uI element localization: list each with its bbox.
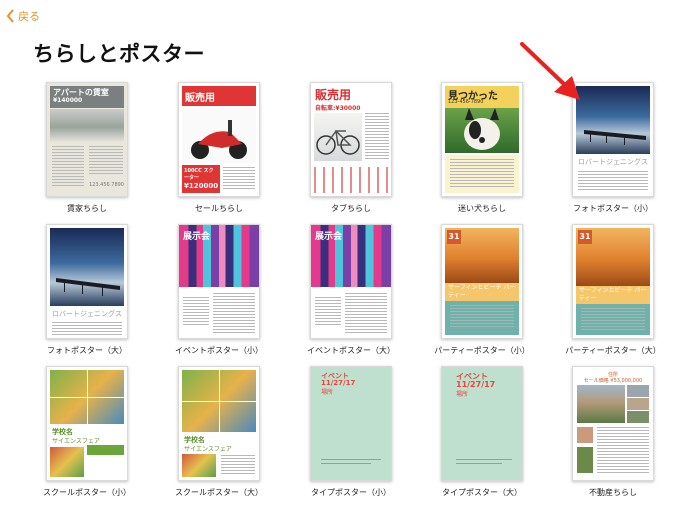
template-type-poster-large[interactable]: イベント 11/27/17 場所 bbox=[441, 366, 523, 481]
template-rental-flyer[interactable]: アパートの賃室 ¥140000 123.456.7890 bbox=[46, 82, 128, 197]
kids-photo bbox=[182, 454, 216, 477]
template-label: 不動産ちらし bbox=[589, 488, 637, 497]
thumb-phone: 123-456-7890 bbox=[448, 99, 484, 105]
thumb-heading: 展示会 bbox=[183, 232, 211, 242]
thumb-subheading: 自転車:¥30000 bbox=[315, 105, 361, 112]
thumb-date: 31 bbox=[578, 230, 592, 244]
thumb-price: ¥120000 bbox=[184, 182, 219, 190]
template-label: タイプポスター（大） bbox=[442, 488, 522, 497]
template-label: スクールポスター（小） bbox=[43, 488, 131, 497]
template-type-poster-small[interactable]: イベント 11/27/17 場所 bbox=[310, 366, 392, 481]
template-label: 迷い犬ちらし bbox=[458, 204, 506, 213]
template-school-poster-small[interactable]: 学校名 サイエンスフェア bbox=[46, 366, 128, 481]
template-tab-flyer[interactable]: 販売用 自転車:¥30000 bbox=[310, 82, 392, 197]
thumb-tagline: 100CC スクーター bbox=[184, 168, 214, 181]
thumb-phone: 123.456.7890 bbox=[89, 182, 124, 188]
template-label: イベントポスター（大） bbox=[307, 346, 395, 355]
thumb-subheading: サイエンスフェア bbox=[184, 446, 232, 453]
thumb-place: 場所 bbox=[456, 391, 469, 398]
template-label: フォトポスター（小） bbox=[573, 204, 653, 213]
red-arrow-icon bbox=[520, 42, 580, 100]
house-photo bbox=[577, 385, 625, 423]
template-real-estate-flyer[interactable]: 住所 セール価格 ¥53,000,000 bbox=[572, 366, 654, 481]
template-party-poster-small[interactable]: 31 サーフィンとビーチ パーティー bbox=[441, 224, 523, 339]
thumb-date: 11/27/17 bbox=[456, 380, 496, 389]
thumb-heading: 展示会 bbox=[315, 232, 343, 242]
thumb-heading: ロバートジェニングス bbox=[52, 310, 122, 318]
thumb-heading: サーフィンとビーチ パーティー bbox=[448, 284, 516, 299]
template-label: フォトポスター（大） bbox=[47, 346, 127, 355]
template-label: セールちらし bbox=[195, 204, 243, 213]
template-label: タブちらし bbox=[331, 204, 371, 213]
kids-photo bbox=[50, 447, 84, 477]
scooter-photo bbox=[182, 108, 256, 163]
template-event-poster-large[interactable]: 展示会 bbox=[310, 224, 392, 339]
template-event-poster-small[interactable]: 展示会 bbox=[178, 224, 260, 339]
template-label: パーティーポスター（小） bbox=[434, 346, 530, 355]
template-grid: アパートの賃室 ¥140000 123.456.7890 賃家ちらし 販売用 1… bbox=[0, 0, 700, 512]
template-lost-dog-flyer[interactable]: 見つかった 123-456-7890 bbox=[441, 82, 523, 197]
template-party-poster-large[interactable]: 31 サーフィンとビーチ パーティー bbox=[572, 224, 654, 339]
template-photo-poster-large[interactable]: ロバートジェニングス bbox=[46, 224, 128, 339]
dock-photo bbox=[50, 228, 124, 306]
thumb-heading: ロバートジェニングス bbox=[578, 158, 648, 166]
bike-photo bbox=[314, 113, 362, 161]
thumb-price: セール価格 ¥53,000,000 bbox=[583, 378, 643, 384]
thumb-heading: 販売用 bbox=[185, 93, 215, 104]
thumb-subheading: サイエンスフェア bbox=[52, 438, 100, 445]
thumb-heading: サーフィンとビーチ パーティー bbox=[579, 287, 647, 302]
template-label: スクールポスター（大） bbox=[175, 488, 263, 497]
template-sale-flyer[interactable]: 販売用 100CC スクーター ¥120000 bbox=[178, 82, 260, 197]
template-label: タイプポスター（小） bbox=[311, 488, 391, 497]
template-label: パーティーポスター（大） bbox=[565, 346, 661, 355]
thumb-heading: 販売用 bbox=[315, 88, 352, 102]
thumb-price: ¥140000 bbox=[53, 97, 83, 104]
room-photo bbox=[50, 109, 124, 142]
template-school-poster-large[interactable]: 学校名 サイエンスフェア bbox=[178, 366, 260, 481]
dog-photo bbox=[445, 108, 519, 153]
thumb-place: 場所 bbox=[321, 389, 334, 396]
thumb-date: 11/27/17 bbox=[321, 379, 356, 387]
thumb-date: 31 bbox=[447, 230, 461, 244]
template-label: イベントポスター（小） bbox=[175, 346, 263, 355]
template-label: 賃家ちらし bbox=[67, 204, 107, 213]
